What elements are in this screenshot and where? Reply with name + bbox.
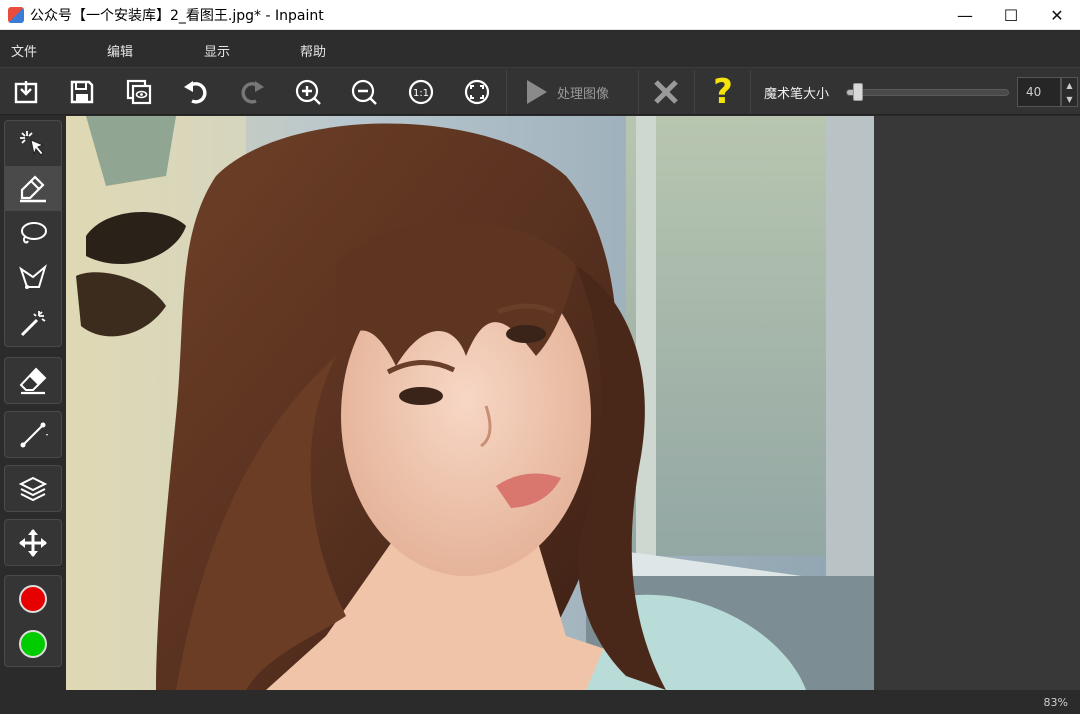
magic-wand-icon [20, 310, 46, 336]
red-color-dot [19, 584, 47, 613]
brush-size-input[interactable]: 40 [1017, 77, 1061, 107]
fit-screen-icon [464, 79, 490, 105]
green-color-dot [19, 629, 47, 658]
move-icon [19, 528, 47, 557]
brush-size-slider[interactable] [846, 89, 1009, 96]
lasso-icon [21, 221, 47, 243]
redo-button[interactable] [234, 74, 270, 110]
preview-icon [126, 79, 152, 105]
process-image-button[interactable] [518, 74, 554, 110]
menu-view[interactable]: 显示 [204, 41, 230, 60]
toolbar-separator [750, 70, 751, 114]
green-color-swatch[interactable] [5, 621, 61, 666]
cancel-button[interactable] [648, 74, 684, 110]
preview-button[interactable] [121, 74, 157, 110]
undo-icon [184, 81, 207, 104]
close-button[interactable]: ✕ [1034, 0, 1080, 30]
brush-size-label: 魔术笔大小 [764, 87, 830, 102]
marker-tool[interactable] [5, 166, 61, 211]
toolbar-separator [694, 70, 695, 114]
menu-edit[interactable]: 编辑 [107, 41, 133, 60]
menu-bar: 文件 编辑 显示 帮助 [0, 31, 1080, 67]
play-icon [527, 80, 547, 104]
select-tool[interactable] [5, 121, 61, 166]
process-image-label[interactable]: 处理图像 [557, 83, 609, 102]
status-bar: 83% [0, 690, 1080, 714]
menu-file[interactable]: 文件 [11, 41, 37, 60]
toolbar-separator [506, 70, 507, 114]
zoom-out-button[interactable] [346, 74, 382, 110]
minimize-icon: — [957, 5, 973, 25]
line-icon [20, 422, 48, 447]
menu-help[interactable]: 帮助 [300, 41, 326, 60]
help-button[interactable]: ? [705, 74, 741, 110]
photo-image[interactable] [66, 116, 874, 690]
eraser-icon [19, 367, 47, 394]
fit-screen-button[interactable] [459, 74, 495, 110]
layers-tool-group [4, 465, 62, 512]
brush-size-spinner[interactable]: ▲ ▼ [1061, 77, 1078, 107]
line-tool[interactable] [5, 412, 61, 457]
layers-tool[interactable] [5, 466, 61, 511]
toolbar: 1:1 处理图像 ? 魔术笔大小 40 ▲ ▼ [0, 67, 1080, 115]
eraser-tool-group [4, 357, 62, 404]
image-canvas[interactable] [66, 116, 1080, 690]
red-color-swatch[interactable] [5, 576, 61, 621]
marker-icon [20, 174, 46, 202]
save-icon [70, 80, 94, 104]
x-icon [654, 80, 678, 104]
save-button[interactable] [64, 74, 100, 110]
lasso-tool[interactable] [5, 211, 61, 256]
tool-panel [0, 116, 66, 690]
actual-size-button[interactable]: 1:1 [403, 74, 439, 110]
app-icon [8, 7, 24, 23]
selection-tools-group [4, 120, 62, 347]
brush-size-slider-handle[interactable] [853, 83, 863, 101]
undo-button[interactable] [178, 74, 214, 110]
minimize-button[interactable]: — [942, 0, 988, 30]
move-tool[interactable] [5, 520, 61, 565]
window-title: 公众号【一个安装库】2_看图王.jpg* - Inpaint [30, 8, 324, 24]
zoom-out-icon [351, 79, 377, 105]
layers-icon [18, 476, 48, 501]
select-icon [20, 130, 45, 156]
svg-text:1:1: 1:1 [413, 88, 429, 99]
polygon-lasso-tool[interactable] [5, 256, 61, 301]
eraser-tool[interactable] [5, 358, 61, 403]
toolbar-separator [638, 70, 639, 114]
zoom-in-icon [295, 79, 321, 105]
maximize-icon: ☐ [1003, 5, 1019, 25]
open-button[interactable] [8, 74, 44, 110]
actual-size-icon: 1:1 [408, 79, 434, 105]
color-group [4, 575, 62, 667]
magic-wand-tool[interactable] [5, 301, 61, 346]
title-bar: 公众号【一个安装库】2_看图王.jpg* - Inpaint — ☐ ✕ [0, 0, 1080, 30]
line-tool-group [4, 411, 62, 458]
redo-icon [241, 81, 264, 104]
spin-down-icon[interactable]: ▼ [1066, 95, 1072, 104]
open-icon [14, 81, 38, 104]
help-icon: ? [713, 72, 733, 112]
close-icon: ✕ [1050, 5, 1064, 25]
zoom-level: 83% [1043, 696, 1068, 709]
maximize-button[interactable]: ☐ [988, 0, 1034, 30]
spin-up-icon[interactable]: ▲ [1066, 81, 1072, 90]
zoom-in-button[interactable] [290, 74, 326, 110]
polygon-lasso-icon [19, 263, 47, 289]
move-tool-group [4, 519, 62, 566]
